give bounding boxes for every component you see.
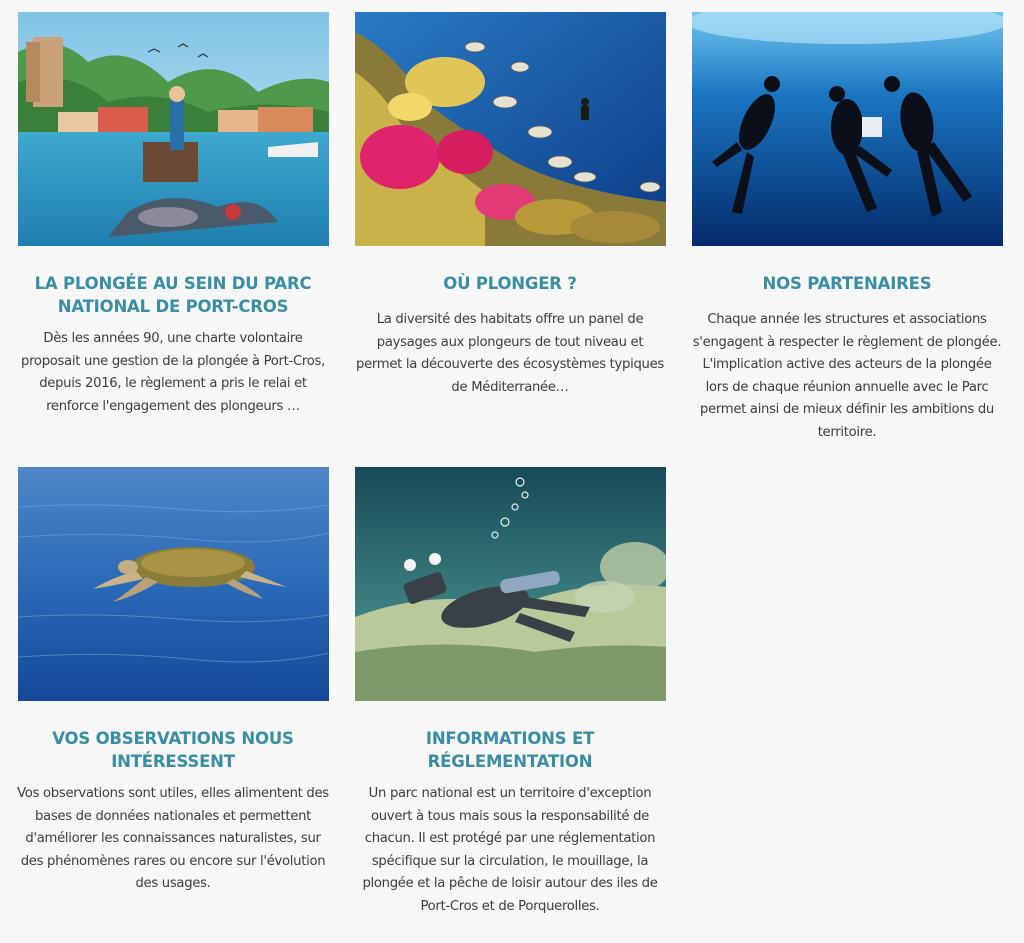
card-image-turtle[interactable] [17,467,329,701]
card-text: Vos observations sont utiles, elles alim… [17,786,329,891]
card-grid: LA PLONGÉE AU SEIN DU PARC NATIONAL DE P… [0,0,1024,943]
card-text: Chaque année les structures et associati… [692,312,1002,440]
card-observations: VOS OBSERVATIONS NOUS INTÉRESSENT Vos ob… [13,467,333,896]
card-title[interactable]: VOS OBSERVATIONS NOUS INTÉRESSENT [13,727,333,773]
card-text: Un parc national est un territoire d'exc… [362,786,658,914]
card-where-to-dive: OÙ PLONGER ? La diversité des habitats o… [350,12,670,399]
card-information-regulation: INFORMATIONS ET RÉGLEMENTATION Un parc n… [350,467,670,918]
card-partners: NOS PARTENAIRES Chaque année les structu… [687,12,1007,444]
card-image-comic-diver[interactable] [354,467,666,701]
card-text: La diversité des habitats offre un panel… [356,312,664,395]
card-image-divers[interactable] [691,12,1003,246]
card-image-comic-harbour[interactable] [17,12,329,246]
card-diving-in-park: LA PLONGÉE AU SEIN DU PARC NATIONAL DE P… [13,12,333,418]
card-title[interactable]: LA PLONGÉE AU SEIN DU PARC NATIONAL DE P… [13,272,333,318]
card-image-coral-reef[interactable] [354,12,666,246]
card-text: Dès les années 90, une charte volontaire… [21,331,325,414]
card-title[interactable]: OÙ PLONGER ? [350,272,670,295]
card-title[interactable]: INFORMATIONS ET RÉGLEMENTATION [350,727,670,773]
card-title[interactable]: NOS PARTENAIRES [687,272,1007,295]
